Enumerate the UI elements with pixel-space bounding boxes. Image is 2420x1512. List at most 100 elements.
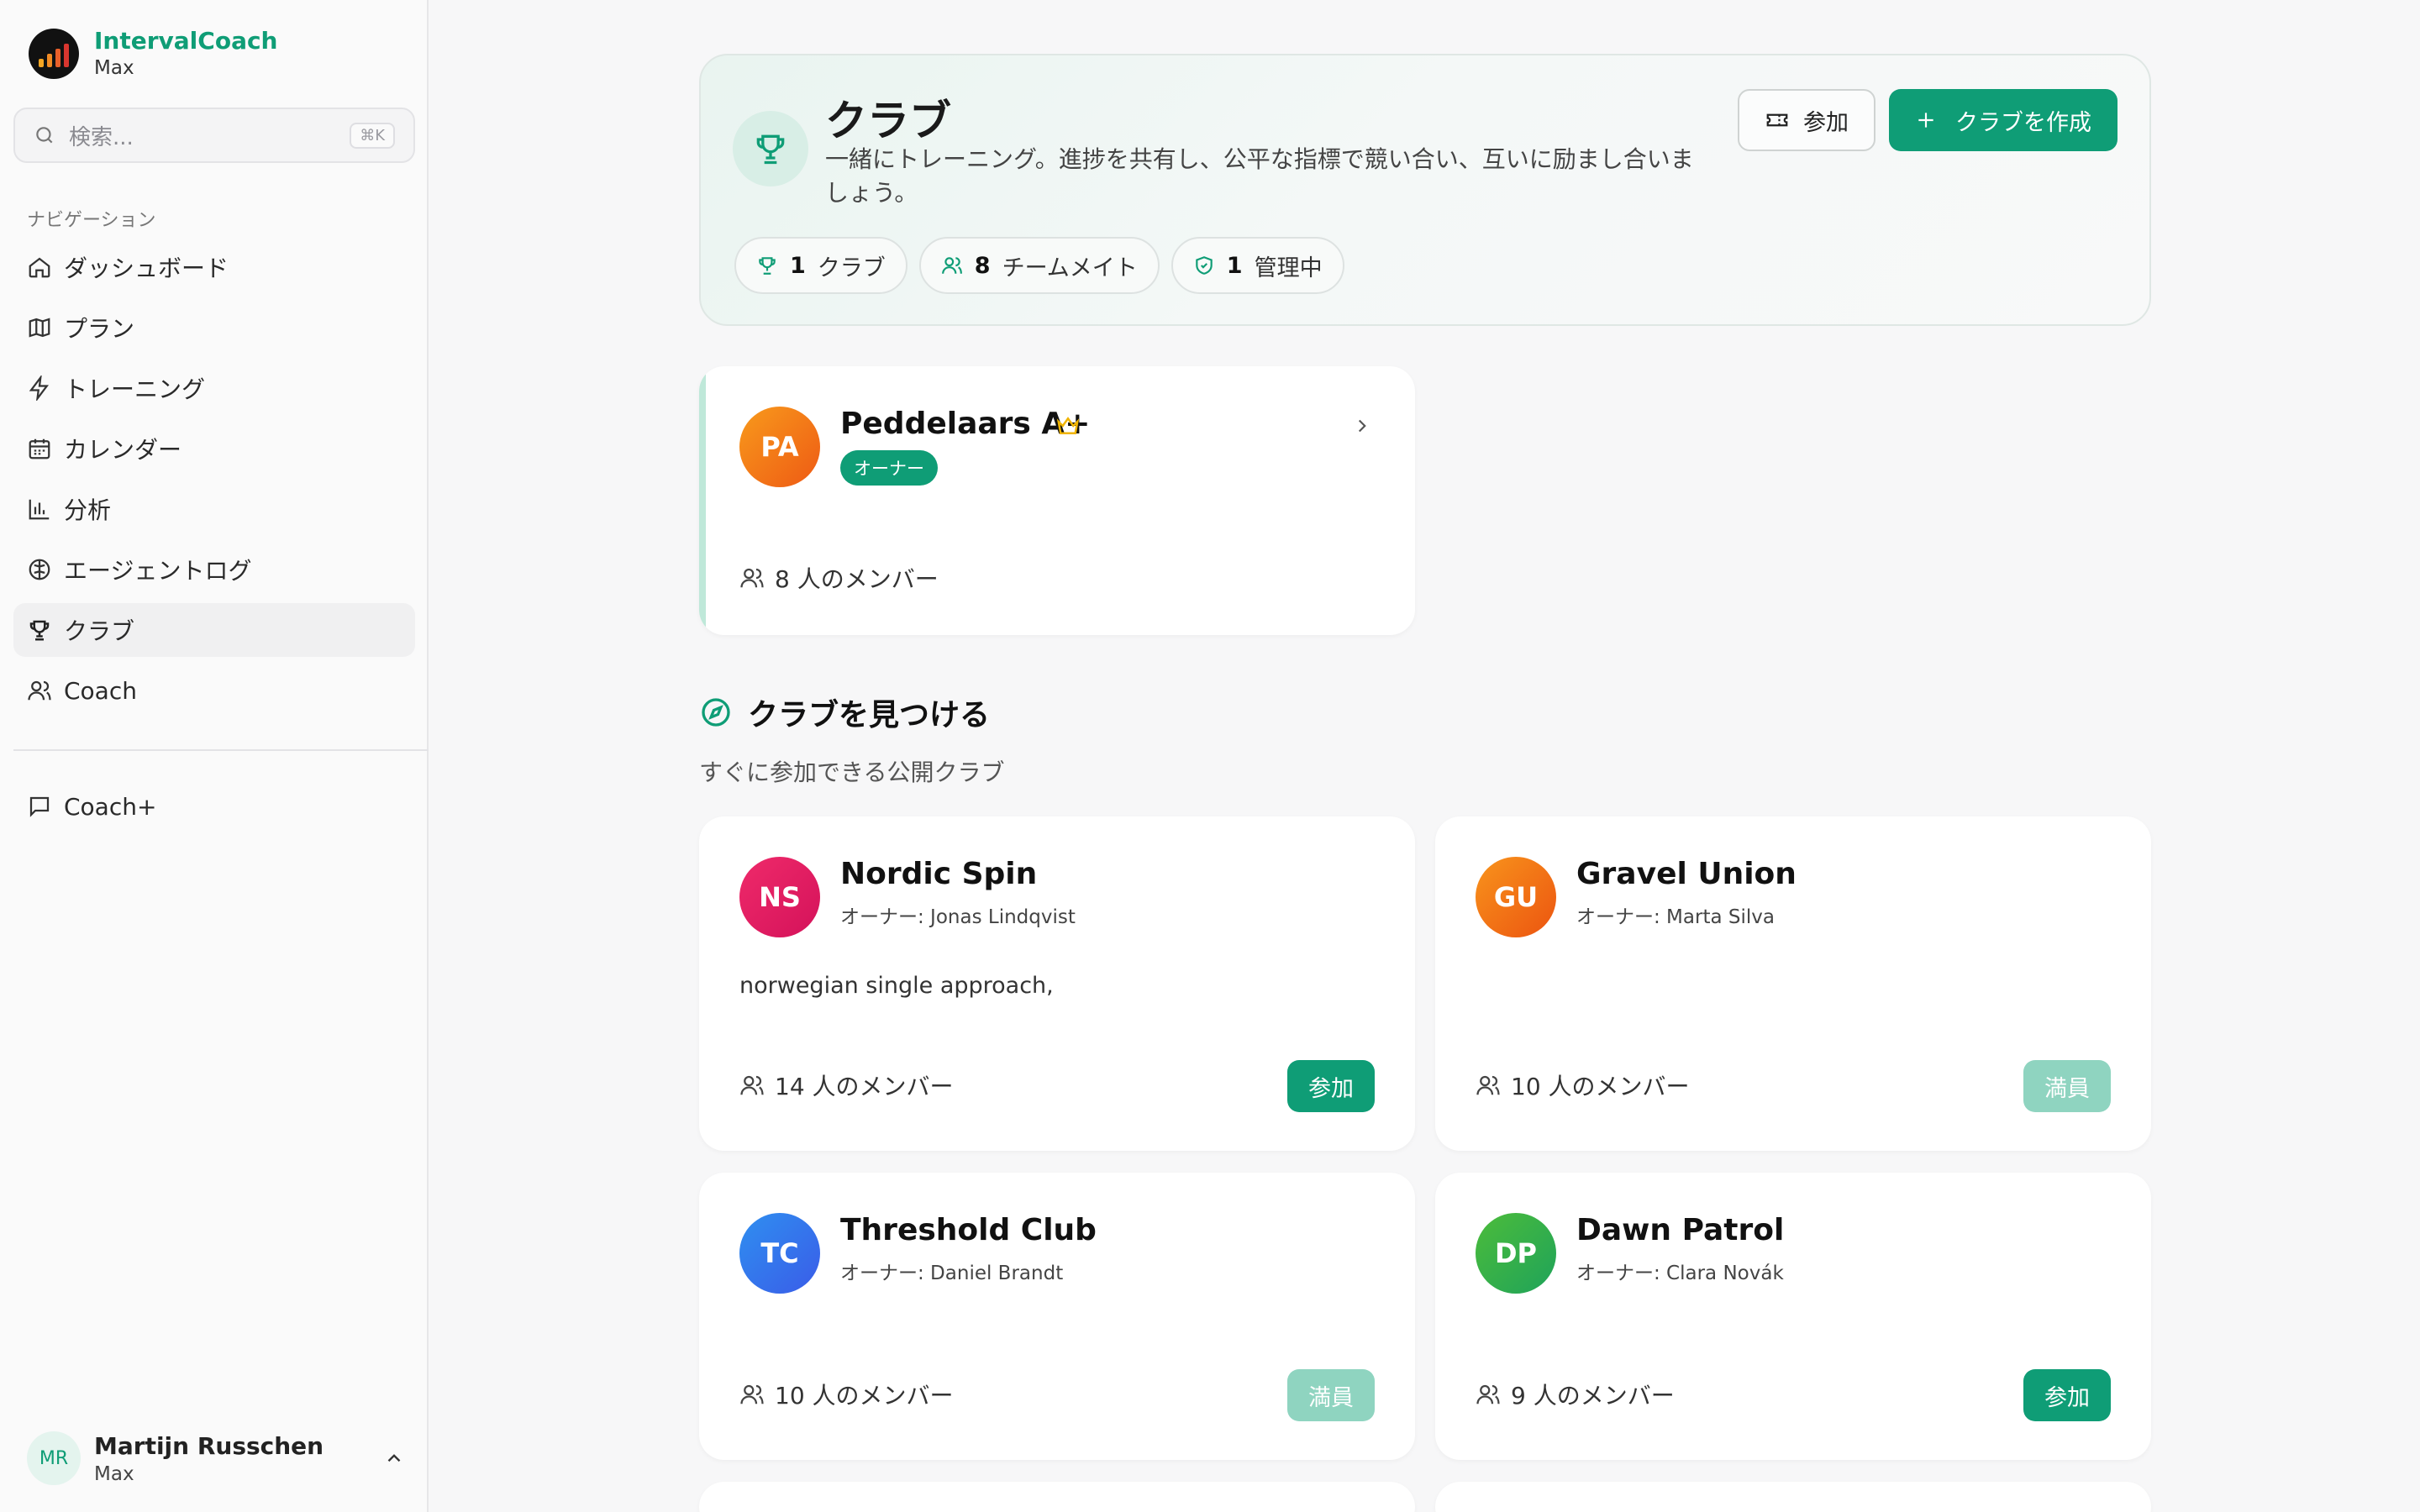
create-club-button[interactable]: クラブを作成 [1889, 89, 2118, 151]
users-icon [1476, 1384, 1500, 1404]
sidebar: IntervalCoach Max 検索... ⌘K ナビゲーション ダッシュボ… [0, 0, 429, 1512]
club-avatar: TC [739, 1213, 820, 1294]
sidebar-item-clubs[interactable]: クラブ [13, 603, 415, 657]
map-icon [29, 318, 50, 338]
shield-icon [1196, 256, 1213, 275]
chevron-up-icon[interactable] [383, 1447, 405, 1469]
search-placeholder: 検索... [69, 124, 134, 150]
club-full-button: 満員 [1287, 1369, 1375, 1421]
club-owner: オーナー: Marta Silva [1576, 906, 1775, 928]
club-card[interactable] [1435, 1482, 2151, 1512]
stat-clubs: 1 クラブ [734, 237, 908, 294]
sidebar-item-label: トレーニング [64, 375, 206, 403]
club-avatar: PA [739, 407, 820, 487]
avatar: MR [27, 1431, 81, 1485]
sidebar-item-analytics[interactable]: 分析 [13, 482, 415, 536]
club-card[interactable]: GU Gravel Union オーナー: Marta Silva 10 人のメ… [1435, 816, 2151, 1151]
plus-icon [1918, 113, 1933, 128]
create-label: クラブを作成 [1955, 109, 2091, 136]
sidebar-item-label: エージェントログ [64, 557, 252, 585]
sidebar-item-coach[interactable]: Coach [13, 664, 415, 717]
stat-value: 1 [790, 252, 806, 279]
join-club-button[interactable]: 参加 [2023, 1369, 2111, 1421]
nav-section-title: ナビゲーション [27, 210, 156, 231]
bar-chart-icon [29, 499, 50, 520]
club-owner: オーナー: Clara Novák [1576, 1263, 1784, 1284]
member-count-label: 9 人のメンバー [1511, 1382, 1675, 1410]
club-description: norwegian single approach, [739, 973, 1054, 999]
club-name: Dawn Patrol [1576, 1213, 1785, 1247]
user-name: Martijn Russchen [94, 1431, 324, 1460]
sidebar-item-label: 分析 [64, 496, 112, 524]
stat-value: 8 [974, 252, 991, 279]
trophy-icon [29, 620, 50, 641]
club-card[interactable]: TC Threshold Club オーナー: Daniel Brandt 10… [699, 1173, 1415, 1460]
user-menu[interactable]: MR Martijn Russchen Max [27, 1426, 405, 1490]
trophy-icon [733, 111, 808, 186]
stat-value: 1 [1226, 252, 1243, 279]
users-icon [740, 1384, 764, 1404]
club-card[interactable] [699, 1482, 1415, 1512]
my-club-card[interactable]: PA Peddelaars A+ オーナー 8 人のメンバー [699, 366, 1415, 635]
member-count: 10 人のメンバー [1476, 1068, 1690, 1102]
sidebar-item-dashboard[interactable]: ダッシュボード [13, 240, 415, 294]
stat-teammates: 8 チームメイト [918, 237, 1160, 294]
member-count: 10 人のメンバー [739, 1378, 954, 1411]
stat-managing: 1 管理中 [1171, 237, 1344, 294]
brain-icon [29, 559, 50, 580]
ticket-icon [1766, 113, 1788, 127]
users-icon [28, 680, 51, 701]
club-owner: オーナー: Jonas Lindqvist [840, 906, 1076, 928]
sidebar-item-label: プラン [64, 315, 135, 343]
sidebar-item-label: ダッシュボード [64, 255, 229, 282]
member-count: 8 人のメンバー [739, 561, 939, 595]
club-avatar: NS [739, 857, 820, 937]
users-icon [740, 1075, 764, 1095]
join-by-code-button[interactable]: 参加 [1738, 89, 1876, 151]
users-icon [740, 568, 764, 588]
sidebar-item-agent-log[interactable]: エージェントログ [13, 543, 415, 596]
chevron-right-icon[interactable] [1351, 415, 1373, 437]
app-name: IntervalCoach [94, 27, 278, 55]
search-shortcut: ⌘K [350, 122, 395, 149]
calendar-icon [29, 438, 50, 459]
sidebar-item-label: クラブ [64, 617, 135, 645]
owner-badge: オーナー [840, 450, 938, 486]
member-count-label: 14 人のメンバー [775, 1073, 954, 1100]
user-plan: Max [94, 1462, 134, 1485]
club-card[interactable]: DP Dawn Patrol オーナー: Clara Novák 9 人のメンバ… [1435, 1173, 2151, 1460]
stat-label: クラブ [817, 255, 886, 281]
sidebar-item-plan[interactable]: プラン [13, 301, 415, 354]
member-count: 9 人のメンバー [1476, 1378, 1675, 1411]
page-description: 一緒にトレーニング。進捗を共有し、公平な指標で競い合い、互いに励まし合いましょう… [825, 145, 1694, 207]
users-icon [1476, 1075, 1500, 1095]
sidebar-item-label: Coach+ [64, 792, 157, 821]
trophy-icon [759, 257, 776, 275]
stat-label: 管理中 [1254, 255, 1323, 281]
home-icon [29, 257, 50, 278]
club-card[interactable]: NS Nordic Spin オーナー: Jonas Lindqvist nor… [699, 816, 1415, 1151]
member-count-label: 10 人のメンバー [1511, 1073, 1690, 1100]
search-icon [36, 127, 53, 144]
search-input[interactable]: 検索... ⌘K [13, 108, 415, 163]
club-full-button: 満員 [2023, 1060, 2111, 1112]
discover-subtitle: すぐに参加できる公開クラブ [699, 759, 1005, 786]
club-avatar: GU [1476, 857, 1556, 937]
stats-row: 1 クラブ 8 チームメイト 1 管理中 [734, 237, 1344, 294]
join-club-button[interactable]: 参加 [1287, 1060, 1375, 1112]
brand[interactable]: IntervalCoach Max [29, 27, 278, 81]
sidebar-item-training[interactable]: トレーニング [13, 361, 415, 415]
member-count-label: 8 人のメンバー [775, 565, 939, 593]
club-name: Nordic Spin [840, 857, 1038, 891]
compass-icon [702, 698, 730, 727]
club-avatar: DP [1476, 1213, 1556, 1294]
sidebar-item-calendar[interactable]: カレンダー [13, 422, 415, 475]
stat-label: チームメイト [1002, 255, 1138, 281]
club-name: Threshold Club [840, 1213, 1097, 1247]
sidebar-item-coach-plus[interactable]: Coach+ [13, 780, 415, 833]
club-owner: オーナー: Daniel Brandt [840, 1263, 1064, 1284]
discover-heading: クラブを見つける [699, 690, 990, 734]
club-name: Gravel Union [1576, 857, 1797, 891]
member-count-label: 10 人のメンバー [775, 1382, 954, 1410]
users-icon [941, 257, 962, 274]
